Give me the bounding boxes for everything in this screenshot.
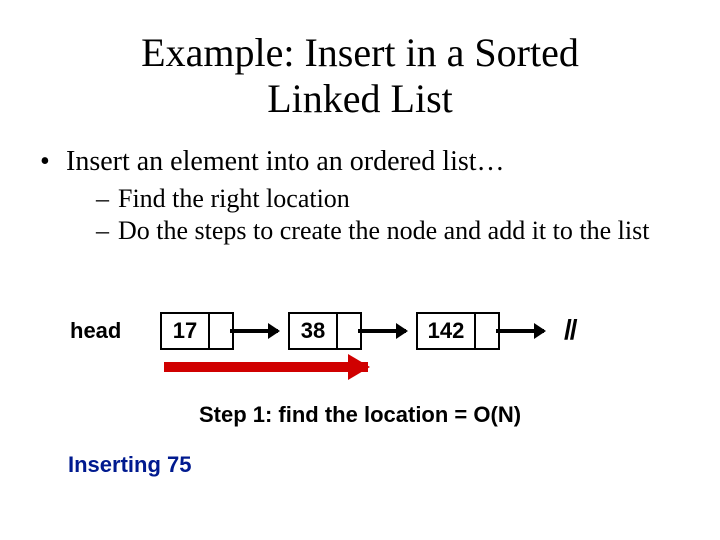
bullet-level1: Insert an element into an ordered list… [40, 146, 680, 178]
arrow-icon [496, 329, 544, 333]
node-value: 17 [162, 314, 210, 348]
node-value: 142 [418, 314, 476, 348]
list-node: 38 [288, 312, 362, 350]
linked-list-diagram: head 17 38 142 // [70, 312, 670, 372]
head-label: head [70, 318, 121, 344]
bullet-level2-b: Do the steps to create the node and add … [40, 216, 680, 246]
node-next-box [210, 314, 232, 348]
node-value: 38 [290, 314, 338, 348]
step-caption: Step 1: find the location = O(N) [0, 402, 720, 428]
arrow-icon [230, 329, 278, 333]
arrow-icon [358, 329, 406, 333]
list-node: 17 [160, 312, 234, 350]
bullet-level2-a: Find the right location [40, 184, 680, 214]
slide: Example: Insert in a Sorted Linked List … [0, 0, 720, 540]
inserting-label: Inserting 75 [68, 452, 191, 478]
traversal-arrow-icon [164, 362, 368, 372]
null-terminator-icon: // [564, 314, 576, 346]
node-next-box [476, 314, 498, 348]
node-next-box [338, 314, 360, 348]
list-node: 142 [416, 312, 500, 350]
slide-title: Example: Insert in a Sorted Linked List [80, 30, 640, 122]
